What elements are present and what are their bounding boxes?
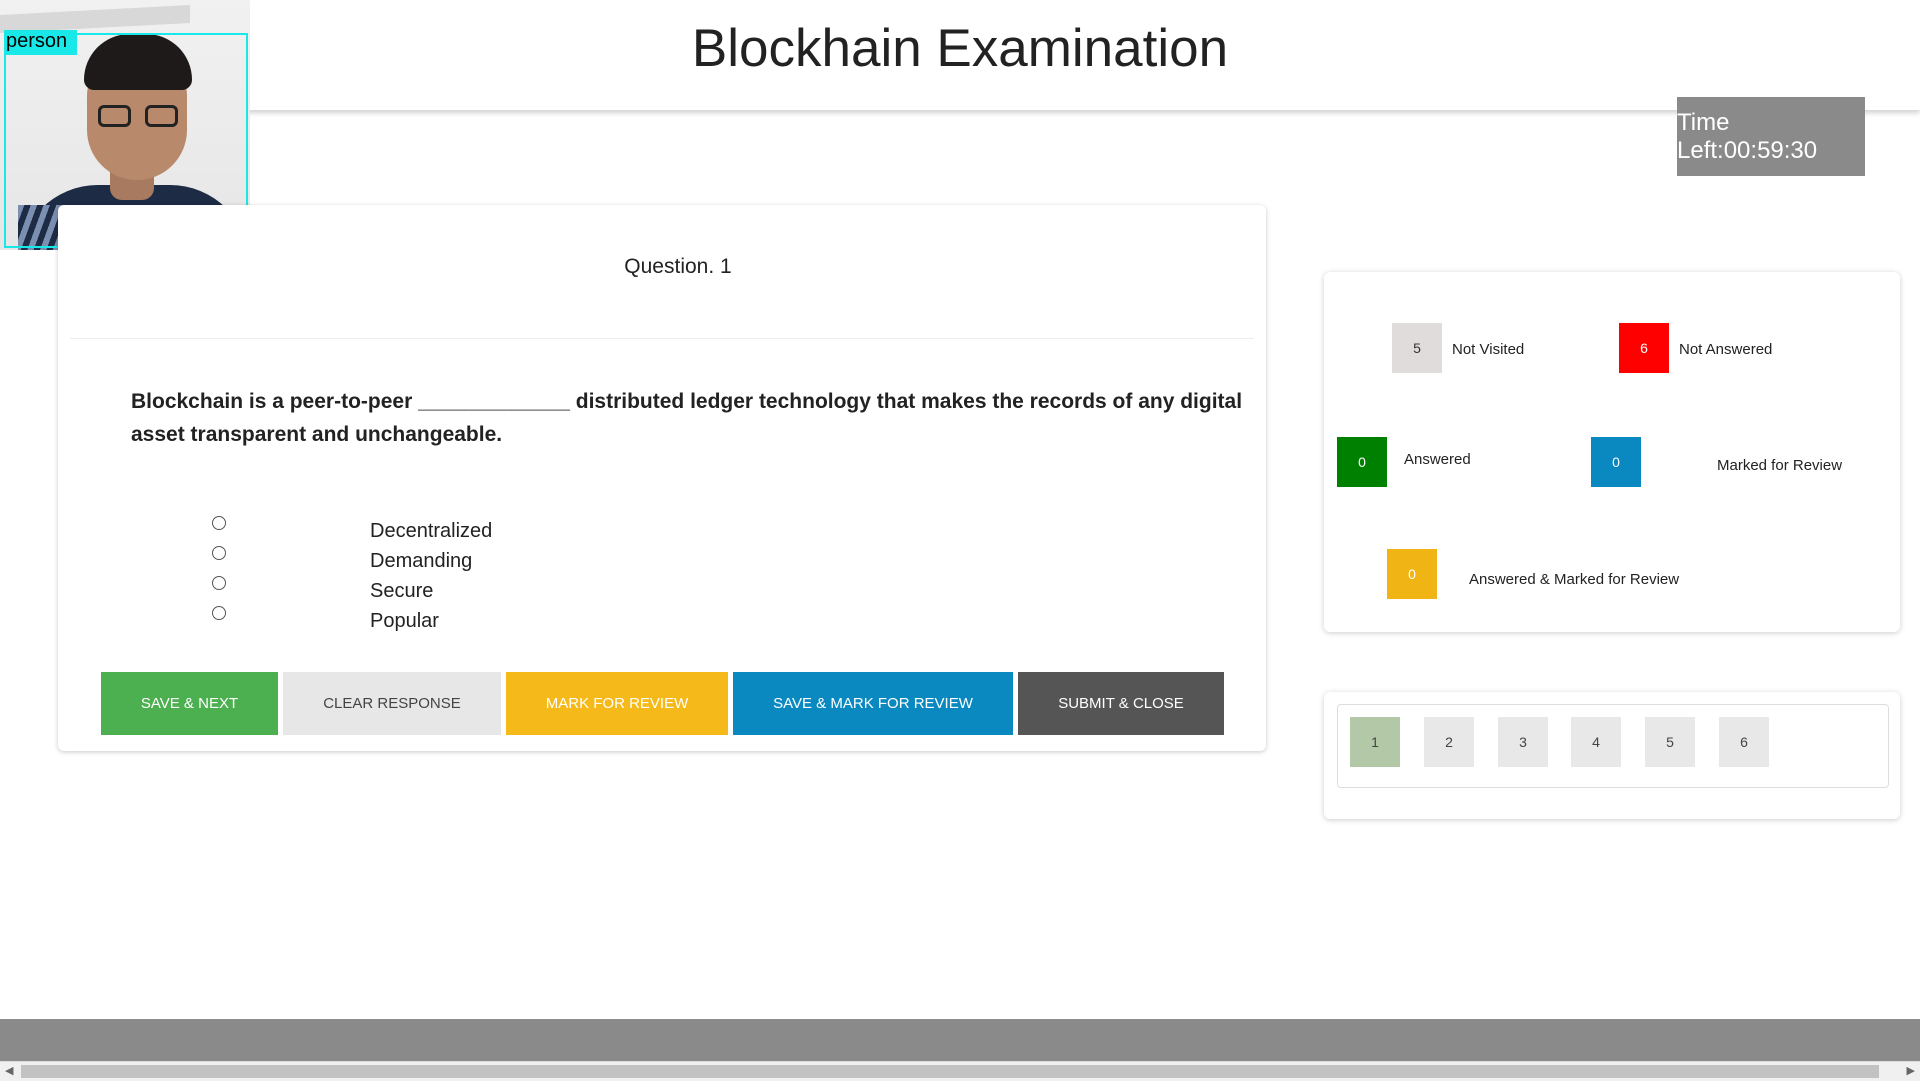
palette-question-4[interactable]: 4 — [1571, 717, 1621, 767]
status-legend: 5 Not Visited 6 Not Answered 0 Answered … — [1324, 272, 1900, 632]
answered-marked-count: 0 — [1387, 549, 1437, 599]
option-label-1[interactable]: Decentralized — [370, 520, 492, 543]
palette-question-2[interactable]: 2 — [1424, 717, 1474, 767]
option-radio-4[interactable] — [212, 606, 226, 620]
question-card: Question. 1 Blockchain is a peer-to-peer… — [58, 205, 1266, 751]
option-label-3[interactable]: Secure — [370, 580, 433, 603]
question-palette: 1 2 3 4 5 6 — [1324, 692, 1900, 819]
marked-review-label: Marked for Review — [1717, 457, 1843, 474]
palette-question-6[interactable]: 6 — [1719, 717, 1769, 767]
scroll-left-icon[interactable]: ◀ — [5, 1064, 13, 1077]
mark-for-review-button[interactable]: MARK FOR REVIEW — [506, 672, 728, 735]
scroll-right-icon[interactable]: ▶ — [1907, 1064, 1915, 1077]
answered-marked-label: Answered & Marked for Review — [1469, 571, 1680, 588]
option-label-2[interactable]: Demanding — [370, 550, 472, 573]
option-label-4[interactable]: Popular — [370, 610, 439, 633]
time-left-display: Time Left:00:59:30 — [1677, 97, 1865, 176]
not-visited-count: 5 — [1392, 323, 1442, 373]
not-visited-label: Not Visited — [1452, 341, 1525, 358]
scrollbar-thumb[interactable] — [21, 1065, 1879, 1078]
page-header: Blockhain Examination — [0, 0, 1920, 110]
answered-label: Answered — [1404, 451, 1471, 468]
question-text: Blockchain is a peer-to-peer ___________… — [131, 390, 1243, 446]
marked-review-count: 0 — [1591, 437, 1641, 487]
palette-question-1[interactable]: 1 — [1350, 717, 1400, 767]
detection-label: person — [4, 30, 78, 55]
save-mark-for-review-button[interactable]: SAVE & MARK FOR REVIEW — [733, 672, 1013, 735]
palette-question-3[interactable]: 3 — [1498, 717, 1548, 767]
not-answered-label: Not Answered — [1679, 341, 1773, 358]
question-number: Question. 1 — [624, 255, 732, 278]
divider — [70, 338, 1254, 339]
option-radio-2[interactable] — [212, 546, 226, 560]
page-title: Blockhain Examination — [691, 19, 1229, 78]
option-radio-3[interactable] — [212, 576, 226, 590]
submit-close-button[interactable]: SUBMIT & CLOSE — [1018, 672, 1224, 735]
horizontal-scrollbar[interactable]: ◀ ▶ — [0, 1061, 1920, 1081]
save-next-button[interactable]: SAVE & NEXT — [101, 672, 278, 735]
option-radio-1[interactable] — [212, 516, 226, 530]
clear-response-button[interactable]: CLEAR RESPONSE — [283, 672, 501, 735]
palette-grid: 1 2 3 4 5 6 — [1337, 704, 1889, 788]
palette-question-5[interactable]: 5 — [1645, 717, 1695, 767]
not-answered-count: 6 — [1619, 323, 1669, 373]
webcam-background — [0, 5, 190, 33]
footer-bar — [0, 1019, 1920, 1061]
answered-count: 0 — [1337, 437, 1387, 487]
